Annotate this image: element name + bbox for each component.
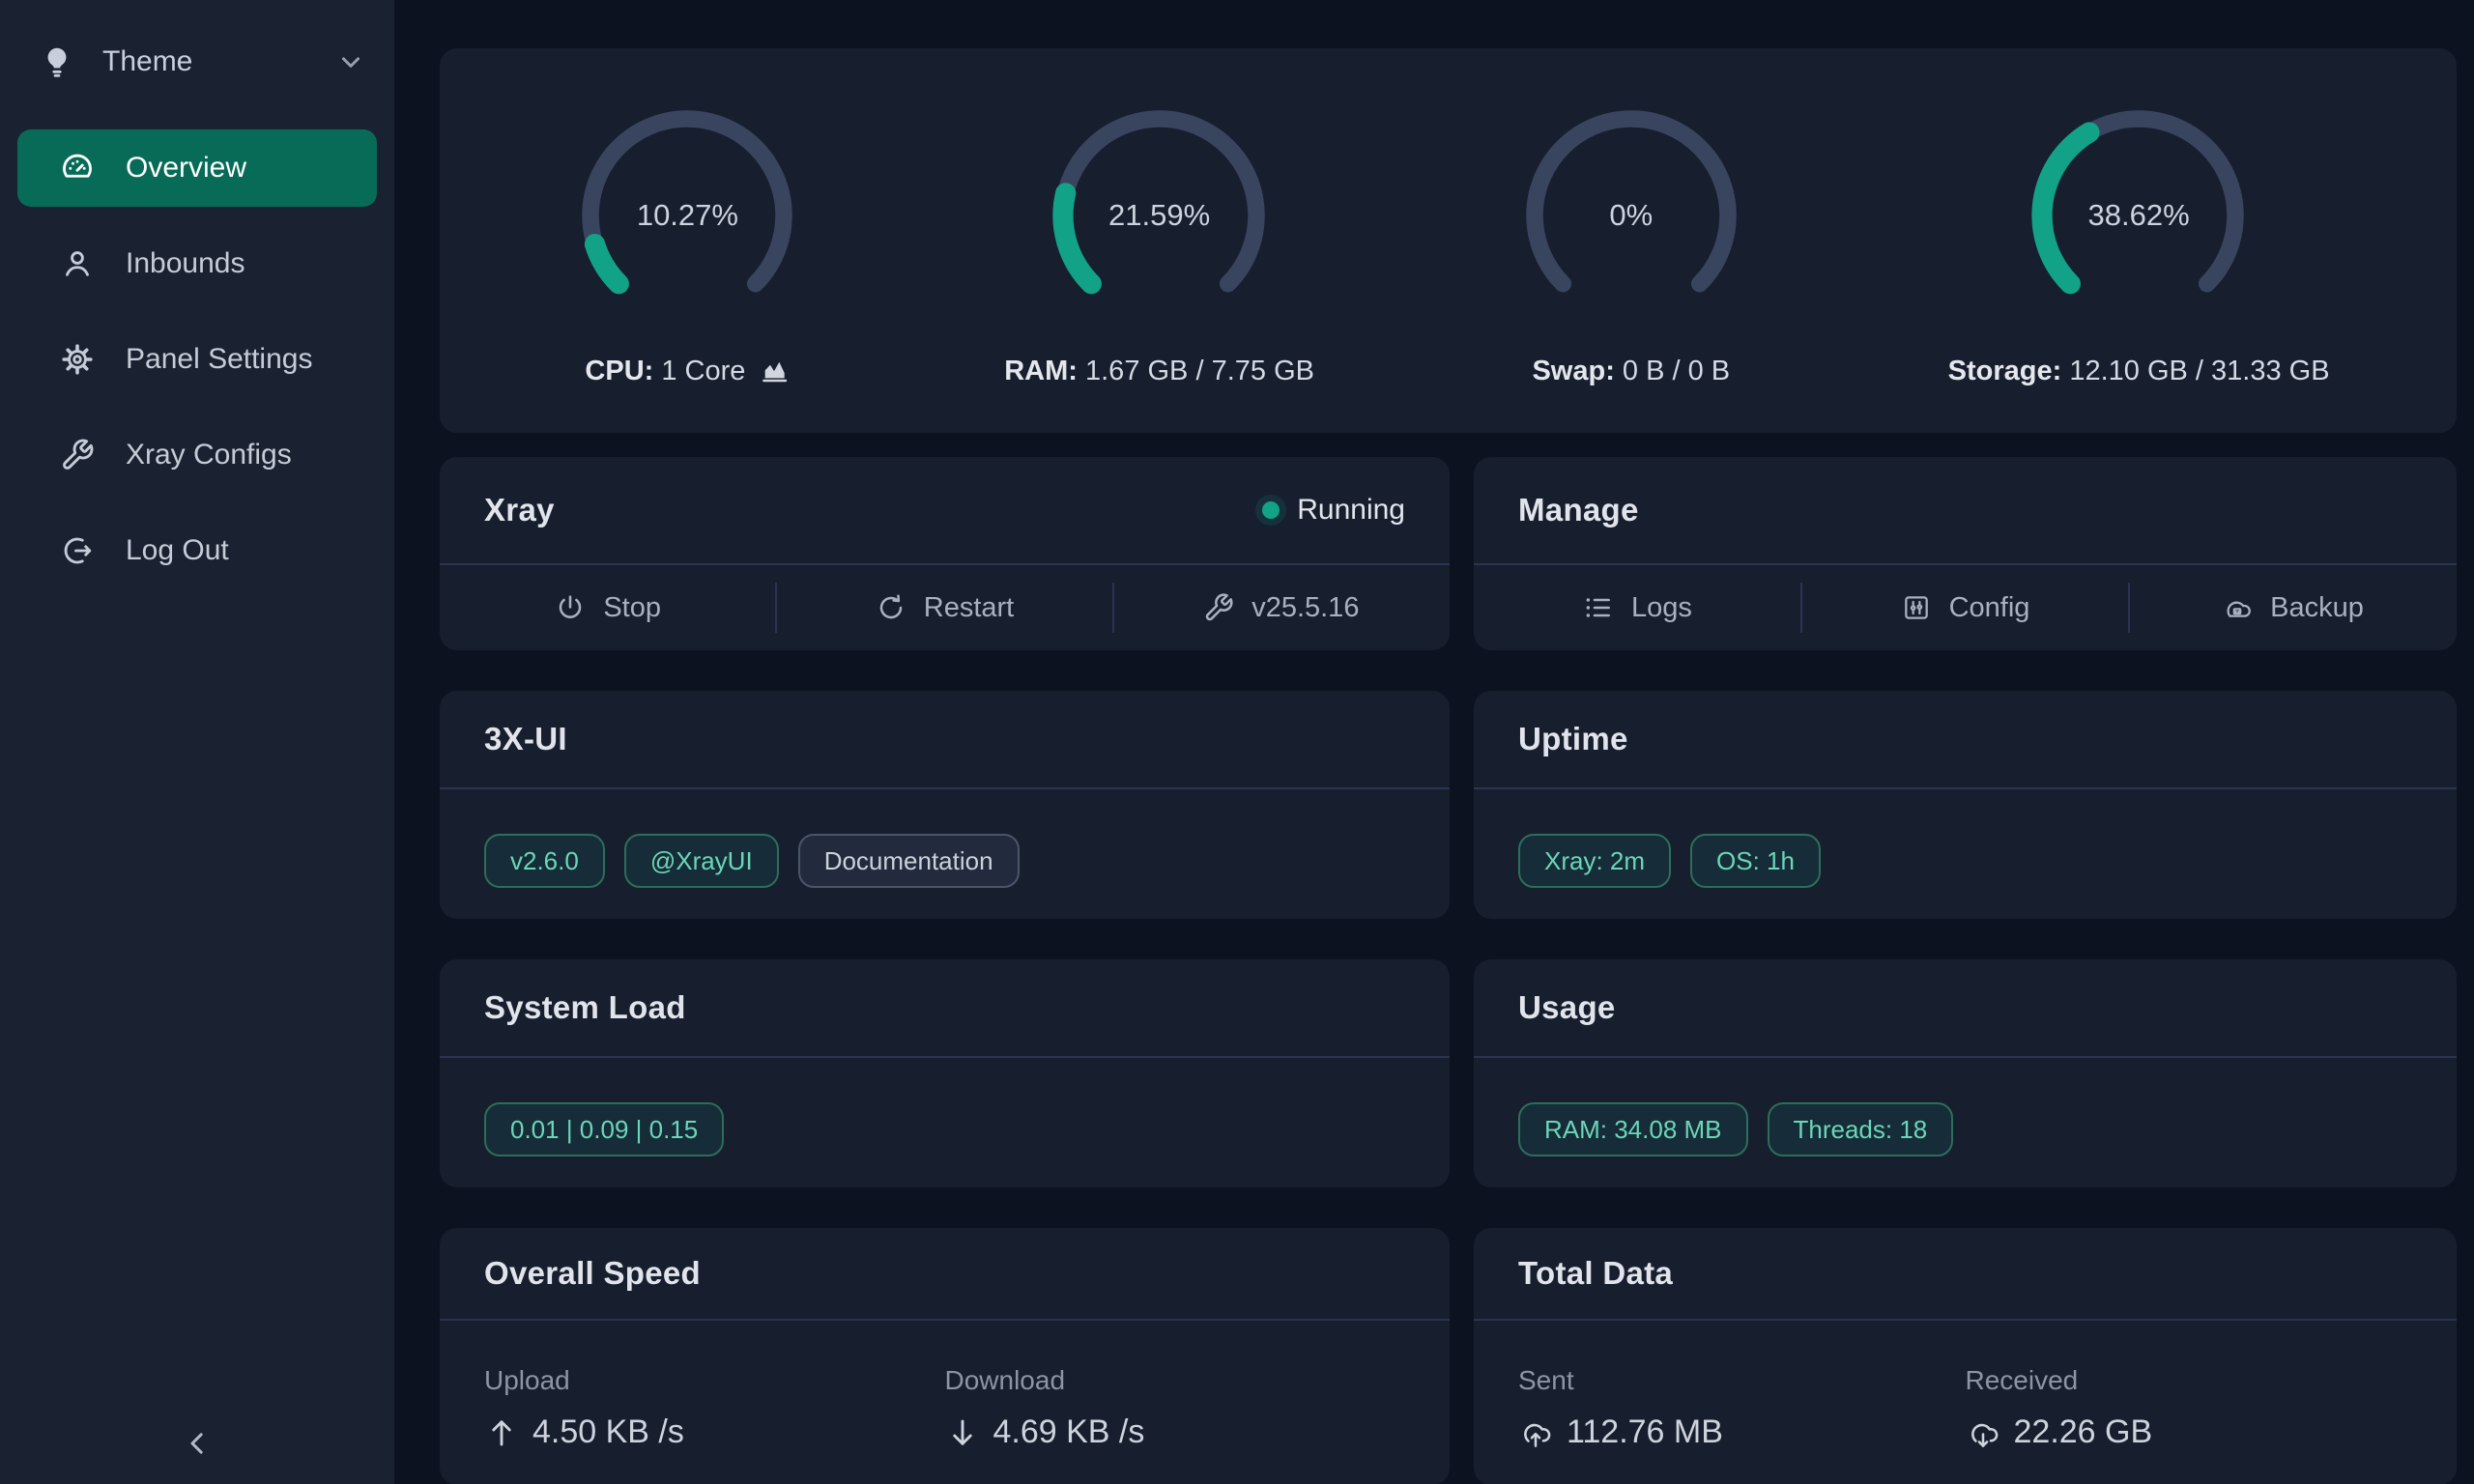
sidebar-collapse-button[interactable] <box>0 1424 394 1463</box>
user-icon <box>60 246 95 281</box>
download-stat: Download 4.69 KB /s <box>945 1365 1406 1484</box>
swap-gauge: 0% Swap: 0 B / 0 B <box>1510 95 1752 387</box>
xray-version-button[interactable]: v25.5.16 <box>1113 565 1450 650</box>
sidebar-item-panel-settings[interactable]: Panel Settings <box>17 321 377 398</box>
manage-card: Manage Logs <box>1474 457 2457 650</box>
cpu-percent: 10.27% <box>566 95 808 336</box>
xray-card: Xray Running Stop <box>440 457 1450 650</box>
sidebar: Theme Overview Inbounds <box>0 0 394 1484</box>
xray-uptime-tag: Xray: 2m <box>1518 834 1671 889</box>
backup-cloud-icon <box>2222 592 2253 623</box>
system-load-card-title: System Load <box>484 989 686 1026</box>
manage-card-title: Manage <box>1518 492 1639 528</box>
xui-card-title: 3X-UI <box>484 721 567 757</box>
storage-gauge: 38.62% Storage: 12.10 GB / 31.33 GB <box>1948 95 2330 387</box>
sidebar-item-label: Panel Settings <box>126 343 312 376</box>
restart-icon <box>876 592 906 623</box>
chevron-left-icon <box>178 1424 216 1463</box>
xray-card-title: Xray <box>484 492 555 528</box>
received-stat: Received 22.26 GB <box>1966 1365 2413 1484</box>
xui-dashboard: { "sidebar": { "theme_label": "Theme", "… <box>0 0 2474 1484</box>
upload-stat: Upload 4.50 KB /s <box>484 1365 945 1484</box>
theme-label: Theme <box>102 45 192 78</box>
load-average-tag: 0.01 | 0.09 | 0.15 <box>484 1102 724 1157</box>
documentation-tag[interactable]: Documentation <box>798 834 1020 889</box>
system-gauges-card: 10.27% CPU: 1 Core 21.59% <box>440 48 2457 433</box>
overall-speed-card: Overall Speed Upload 4.50 KB /s Download <box>440 1228 1450 1484</box>
config-button[interactable]: Config <box>1801 565 2129 650</box>
ram-label: RAM: 1.67 GB / 7.75 GB <box>1004 356 1314 387</box>
main-content: 10.27% CPU: 1 Core 21.59% <box>394 0 2474 1484</box>
wrench-icon <box>60 438 95 472</box>
uptime-card: Uptime Xray: 2m OS: 1h <box>1474 691 2457 919</box>
ram-percent: 21.59% <box>1039 95 1280 336</box>
total-data-card-title: Total Data <box>1518 1255 1673 1292</box>
gear-icon <box>60 342 95 377</box>
cpu-history-chart-icon[interactable] <box>759 356 790 386</box>
ram-gauge: 21.59% RAM: 1.67 GB / 7.75 GB <box>1004 95 1314 387</box>
sidebar-item-xray-configs[interactable]: Xray Configs <box>17 416 377 494</box>
theme-selector[interactable]: Theme <box>39 35 365 89</box>
overall-speed-card-title: Overall Speed <box>484 1255 701 1292</box>
wrench-small-icon <box>1203 592 1234 623</box>
swap-label: Swap: 0 B / 0 B <box>1532 356 1730 387</box>
os-uptime-tag: OS: 1h <box>1690 834 1821 889</box>
threads-tag: Threads: 18 <box>1768 1102 1954 1157</box>
xray-restart-button[interactable]: Restart <box>776 565 1112 650</box>
sidebar-item-overview[interactable]: Overview <box>17 129 377 207</box>
logs-button[interactable]: Logs <box>1474 565 1801 650</box>
system-load-card: System Load 0.01 | 0.09 | 0.15 <box>440 959 1450 1187</box>
ram-usage-tag: RAM: 34.08 MB <box>1518 1102 1748 1157</box>
sidebar-item-label: Overview <box>126 152 246 185</box>
version-tag[interactable]: v2.6.0 <box>484 834 605 889</box>
xui-card: 3X-UI v2.6.0 @XrayUI Documentation <box>440 691 1450 919</box>
sliders-icon <box>1901 592 1932 623</box>
sidebar-item-label: Inbounds <box>126 247 245 280</box>
bulb-icon <box>39 43 75 80</box>
sidebar-menu: Overview Inbounds Panel Settings <box>0 129 394 589</box>
cpu-label: CPU: 1 Core <box>585 356 790 387</box>
telegram-tag[interactable]: @XrayUI <box>624 834 779 889</box>
sent-stat: Sent 112.76 MB <box>1518 1365 1966 1484</box>
xray-stop-button[interactable]: Stop <box>440 565 776 650</box>
cards-grid: Xray Running Stop <box>440 457 2457 1484</box>
sidebar-item-label: Xray Configs <box>126 439 292 471</box>
arrow-down-icon <box>945 1415 980 1450</box>
cloud-download-icon <box>1966 1415 2000 1450</box>
dashboard-icon <box>60 151 95 186</box>
cpu-gauge: 10.27% CPU: 1 Core <box>566 95 808 387</box>
sidebar-item-logout[interactable]: Log Out <box>17 512 377 589</box>
list-icon <box>1583 592 1614 623</box>
xray-status-badge: Running <box>1262 494 1405 527</box>
storage-label: Storage: 12.10 GB / 31.33 GB <box>1948 356 2330 387</box>
uptime-card-title: Uptime <box>1518 721 1628 757</box>
cloud-upload-icon <box>1518 1415 1553 1450</box>
chevron-down-icon <box>336 47 365 76</box>
usage-card: Usage RAM: 34.08 MB Threads: 18 <box>1474 959 2457 1187</box>
sidebar-item-inbounds[interactable]: Inbounds <box>17 225 377 302</box>
swap-percent: 0% <box>1510 95 1752 336</box>
storage-percent: 38.62% <box>2018 95 2259 336</box>
arrow-up-icon <box>484 1415 519 1450</box>
logout-icon <box>60 533 95 568</box>
usage-card-title: Usage <box>1518 989 1616 1026</box>
backup-button[interactable]: Backup <box>2129 565 2457 650</box>
power-icon <box>555 592 586 623</box>
status-dot <box>1262 501 1280 519</box>
sidebar-item-label: Log Out <box>126 534 229 567</box>
total-data-card: Total Data Sent 112.76 MB <box>1474 1228 2457 1484</box>
